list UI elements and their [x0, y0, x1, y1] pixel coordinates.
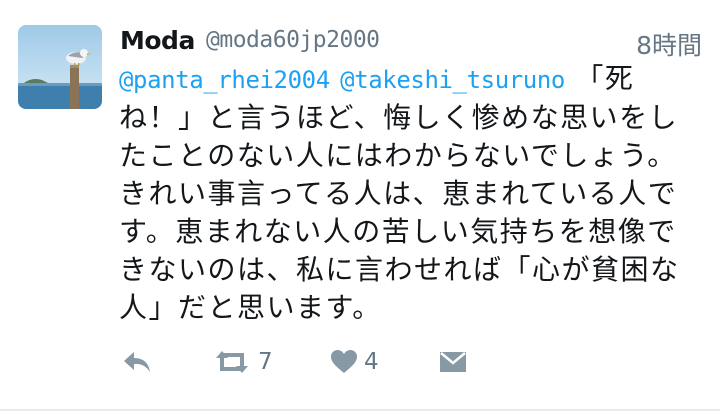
user-handle[interactable]: @moda60jp2000: [206, 27, 380, 53]
tweet-text-line: きないのは、私に言わせれば「心が貧困な: [119, 253, 680, 286]
tweet-text-line: す。恵まれない人の苦しい気持ちを想像で: [119, 215, 677, 248]
retweet-button[interactable]: 7: [212, 340, 273, 384]
like-count: 4: [364, 349, 379, 375]
seagull-photo: [18, 25, 102, 109]
timestamp[interactable]: 8時間: [636, 26, 702, 62]
envelope-icon: [440, 352, 466, 372]
heart-icon: [331, 350, 357, 373]
tweet-text-line: 「死: [575, 62, 635, 95]
tweet-text-line: 人」だと思います。: [119, 291, 382, 324]
tweet-text-line: たことのない人にはわからないでしょう。: [119, 139, 677, 172]
direct-message-button[interactable]: [438, 340, 468, 384]
avatar[interactable]: [18, 25, 102, 109]
retweet-count: 7: [258, 349, 273, 375]
tweet-text-line: きれい事言ってる人は、恵まれている人で: [119, 177, 678, 210]
tweet-actions: 7 4: [0, 340, 720, 384]
retweet-icon: [216, 351, 248, 373]
reply-icon: [124, 352, 150, 372]
tweet-text: @panta_rhei2004 @takeshi_tsuruno 「死 ね！」と…: [119, 60, 709, 327]
tweet-header: Moda @moda60jp2000 8時間: [120, 24, 704, 64]
tweet-card[interactable]: Moda @moda60jp2000 8時間 @panta_rhei2004 @…: [0, 0, 720, 419]
like-button[interactable]: 4: [330, 340, 379, 384]
mention-link[interactable]: @panta_rhei2004: [119, 66, 330, 94]
display-name[interactable]: Moda: [120, 26, 195, 55]
divider: [0, 409, 720, 411]
reply-button[interactable]: [122, 340, 152, 384]
mention-link[interactable]: @takeshi_tsuruno: [340, 66, 565, 94]
tweet-text-line: ね！」と言うほど、悔しく惨めな思いをし: [119, 101, 679, 134]
